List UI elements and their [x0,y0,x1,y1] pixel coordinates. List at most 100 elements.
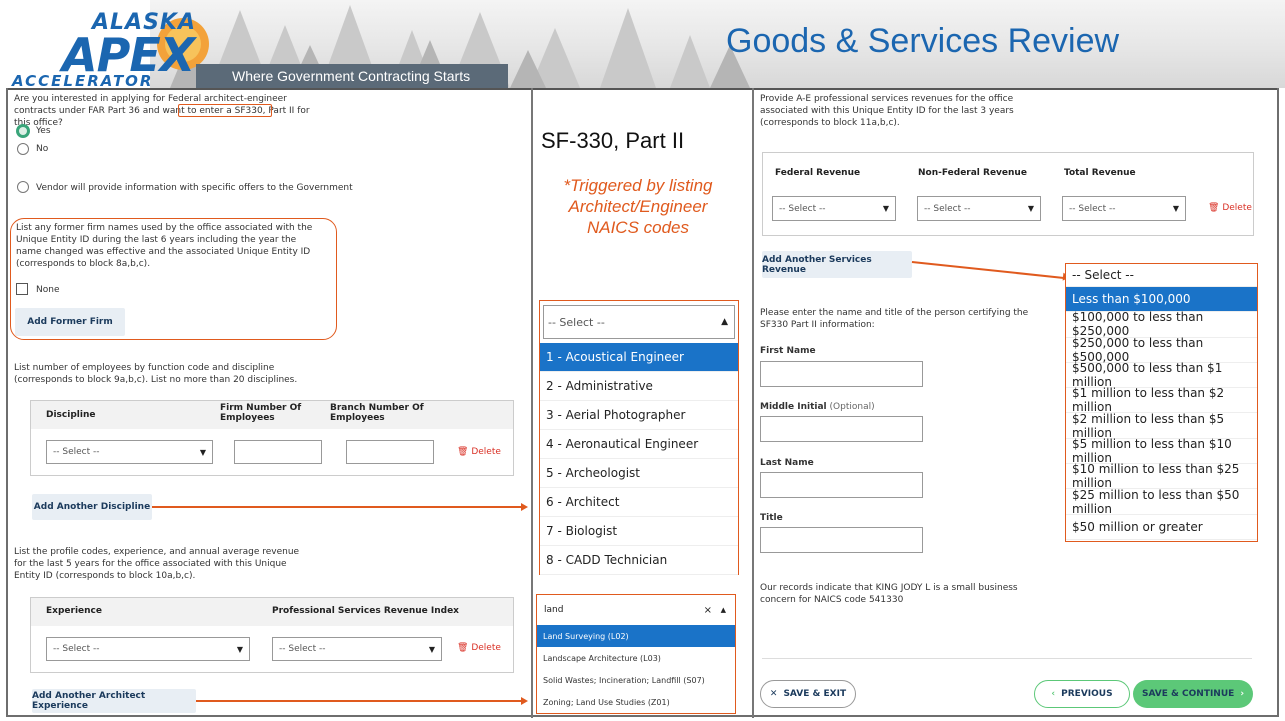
divider [531,88,533,718]
header: ALASKA APEX ACCELERATOR Where Government… [0,0,1285,88]
experience-search-input[interactable]: land × ▲ [540,598,732,622]
col-branch-employees: Branch Number Of Employees [330,403,424,423]
optional-label: (Optional) [829,402,875,412]
none-label: None [36,285,60,295]
add-architect-experience-button[interactable]: Add Another Architect Experience [32,689,196,713]
col-federal-revenue: Federal Revenue [775,168,861,178]
dropdown-option[interactable]: $10 million to less than $25 million [1066,462,1257,490]
annotation-arrow [152,506,522,508]
delete-label: Delete [471,643,501,653]
sf330-heading: SF-330, Part II [541,128,685,153]
save-exit-label: SAVE & EXIT [783,689,847,699]
divider [762,658,1252,659]
last-name-label: Last Name [760,458,814,468]
title-input[interactable] [760,527,923,553]
trash-icon: 🗑 [457,447,469,457]
tagline: Where Government Contracting Starts [232,68,471,84]
dropdown-option[interactable]: Land Surveying (L02) [537,625,735,647]
none-checkbox[interactable] [16,283,28,295]
revenue-table [762,152,1254,236]
first-name-input[interactable] [760,361,923,387]
psri-select[interactable]: -- Select -- ▼ [272,637,442,661]
radio-no[interactable] [17,143,29,155]
chevron-left-icon: ‹ [1051,689,1056,699]
add-services-revenue-button[interactable]: Add Another Services Revenue [762,251,912,278]
dropdown-option[interactable]: 8 - CADD Technician [540,546,738,575]
trigger-note: *Triggered by listing Architect/Engineer… [563,176,713,237]
chevron-right-icon: › [1240,689,1245,699]
firm-employees-input[interactable] [234,440,322,464]
dropdown-option[interactable]: 2 - Administrative [540,372,738,401]
delete-discipline-link[interactable]: 🗑 Delete [457,447,501,457]
dropdown-option[interactable]: Less than $100,000 [1066,287,1257,313]
dropdown-option[interactable]: 1 - Acoustical Engineer [540,343,738,372]
revenue-text: Provide A-E professional services revenu… [760,94,1014,128]
last-name-input[interactable] [760,472,923,498]
dropdown-option[interactable]: $500,000 to less than $1 million [1066,361,1257,389]
radio-vendor[interactable] [17,181,29,193]
discipline-select[interactable]: -- Select -- ▼ [46,440,213,464]
select-value: -- Select -- [53,447,100,457]
revenue-dropdown-placeholder[interactable]: -- Select -- [1066,264,1257,287]
select-value: -- Select -- [53,644,100,654]
caret-down-icon: ▼ [1172,204,1179,213]
experience-dropdown[interactable]: land × ▲ Land Surveying (L02) Landscape Arc… [536,594,736,714]
caret-down-icon: ▼ [236,644,243,654]
federal-revenue-select[interactable]: -- Select -- ▼ [772,196,896,221]
dropdown-option[interactable]: 4 - Aeronautical Engineer [540,430,738,459]
dropdown-option[interactable]: $50 million or greater [1066,515,1257,540]
col-total-revenue: Total Revenue [1064,168,1136,178]
dropdown-option[interactable]: $2 million to less than $5 million [1066,412,1257,440]
branch-employees-input[interactable] [346,440,434,464]
dropdown-option[interactable]: $1 million to less than $2 million [1066,386,1257,414]
close-icon: ✕ [769,689,778,699]
discipline-dropdown[interactable]: -- Select -- ▲ 1 - Acoustical Engineer 2 -… [539,300,739,575]
revenue-dropdown[interactable]: -- Select -- Less than $100,000 $100,000 … [1065,263,1258,542]
add-discipline-button[interactable]: Add Another Discipline [32,494,152,520]
caret-down-icon: ▼ [1027,204,1034,213]
save-exit-button[interactable]: ✕ SAVE & EXIT [760,680,856,708]
dropdown-option[interactable]: Landscape Architecture (L03) [537,647,735,669]
select-value: -- Select -- [924,203,971,214]
arrow-head-icon [521,697,528,705]
caret-up-icon: ▲ [721,317,728,327]
annotation-arrow [196,700,522,702]
delete-revenue-link[interactable]: 🗑 Delete [1208,203,1252,213]
records-text: Our records indicate that KING JODY L is… [760,583,1018,605]
dropdown-option[interactable]: $25 million to less than $50 million [1066,488,1257,516]
caret-down-icon: ▼ [199,447,206,457]
delete-experience-link[interactable]: 🗑 Delete [457,643,501,653]
search-value: land [544,605,564,615]
dropdown-option[interactable]: Solid Wastes; Incineration; Landfill (S0… [537,669,735,691]
previous-button[interactable]: ‹ PREVIOUS [1034,680,1130,708]
total-revenue-select[interactable]: -- Select -- ▼ [1062,196,1186,221]
title-label: Title [760,513,783,523]
select-value: -- Select -- [779,203,826,214]
add-former-firm-button[interactable]: Add Former Firm [15,308,125,336]
dropdown-option[interactable]: $100,000 to less than $250,000 [1066,310,1257,338]
former-firm-text: List any former firm names used by the o… [16,223,313,269]
clear-icon[interactable]: × [704,605,712,616]
dropdown-option[interactable]: 5 - Archeologist [540,459,738,488]
dropdown-option[interactable]: $250,000 to less than $500,000 [1066,336,1257,364]
radio-yes-label: Yes [36,126,51,136]
experience-select[interactable]: -- Select -- ▼ [46,637,250,661]
certify-text: Please enter the name and title of the p… [760,308,1029,330]
select-value: -- Select -- [1069,203,1116,214]
select-value: -- Select -- [548,315,605,329]
col-nonfederal-revenue: Non-Federal Revenue [918,168,1027,178]
nonfederal-revenue-select[interactable]: -- Select -- ▼ [917,196,1041,221]
dropdown-option[interactable]: $5 million to less than $10 million [1066,437,1257,465]
middle-initial-label: Middle Initial [760,402,827,412]
save-continue-button[interactable]: SAVE & CONTINUE › [1133,680,1253,708]
dropdown-option[interactable]: 6 - Architect [540,488,738,517]
dropdown-select[interactable]: -- Select -- ▲ [543,305,735,339]
radio-yes[interactable] [16,124,30,138]
dropdown-option[interactable]: Zoning; Land Use Studies (Z01) [537,691,735,713]
middle-initial-input[interactable] [760,416,923,442]
sf330-highlight [178,104,272,117]
dropdown-option[interactable]: 7 - Biologist [540,517,738,546]
delete-label: Delete [1222,203,1252,213]
radio-vendor-label: Vendor will provide information with spe… [36,183,353,193]
dropdown-option[interactable]: 3 - Aerial Photographer [540,401,738,430]
